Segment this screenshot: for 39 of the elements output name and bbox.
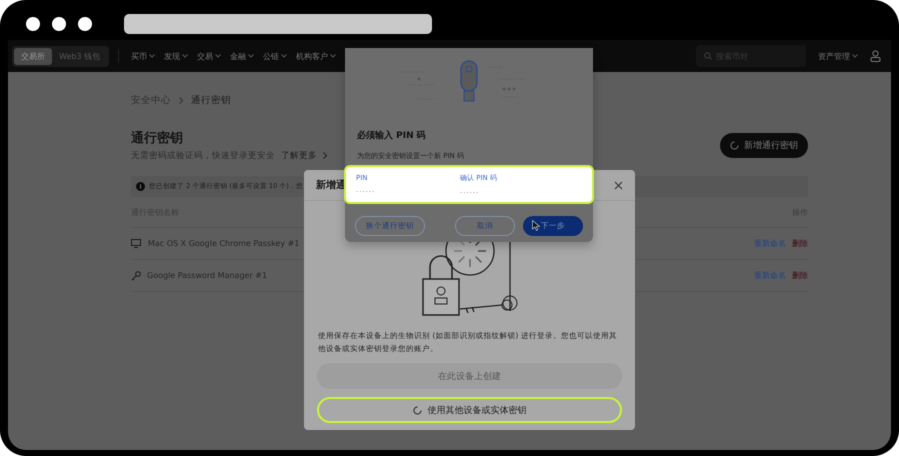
- chevron-down-icon: [149, 54, 156, 58]
- delete-link[interactable]: 删除: [792, 270, 808, 281]
- chevron-down-icon: [281, 54, 288, 58]
- nav-tab[interactable]: 交易所: [14, 48, 52, 64]
- monitor-icon: [131, 239, 142, 248]
- user-icon[interactable]: [870, 50, 881, 62]
- breadcrumb-item[interactable]: 通行密钥: [191, 94, 231, 107]
- nav-menu-item[interactable]: 买币: [128, 50, 158, 62]
- nav-menu-item[interactable]: 公链: [260, 50, 290, 62]
- chevron-right-icon: [179, 97, 183, 104]
- assets-menu[interactable]: 资产管理: [815, 50, 861, 62]
- key-icon: [131, 270, 141, 280]
- add-passkey-button[interactable]: 新增通行密钥: [720, 133, 808, 158]
- chevron-down-icon: [182, 54, 188, 58]
- other-device-button[interactable]: 使用其他设备或实体密钥: [317, 397, 622, 423]
- close-button[interactable]: [614, 180, 623, 190]
- chevron-right-icon: [323, 152, 327, 159]
- search-icon: [704, 52, 712, 60]
- page-title: 通行密钥: [131, 130, 184, 147]
- chevron-down-icon: [330, 54, 336, 58]
- nav-tab[interactable]: Web3 钱包: [52, 48, 108, 64]
- chevron-down-icon: [215, 54, 222, 58]
- cursor-icon: [532, 220, 540, 231]
- passkey-name: Google Password Manager #1: [147, 271, 268, 280]
- nav-menu-item[interactable]: 机构客户: [293, 50, 340, 62]
- spinner-icon: [730, 141, 739, 150]
- pin-title: 必须输入 PIN 码: [356, 129, 427, 142]
- spinner-icon: [412, 406, 422, 414]
- info-icon: [136, 182, 145, 191]
- learn-more-link[interactable]: 了解更多: [281, 150, 317, 162]
- window-dot[interactable]: [52, 17, 66, 31]
- chevron-down-icon: [248, 54, 254, 58]
- delete-link[interactable]: 删除: [792, 238, 808, 249]
- window-dot[interactable]: [78, 17, 92, 31]
- chevron-down-icon: [852, 54, 858, 58]
- window-dot[interactable]: [26, 17, 40, 31]
- nav-menu-item[interactable]: 交易: [194, 50, 224, 62]
- nav-menu-item[interactable]: 金融: [227, 50, 258, 62]
- nav-menu-item[interactable]: 发现: [161, 50, 192, 62]
